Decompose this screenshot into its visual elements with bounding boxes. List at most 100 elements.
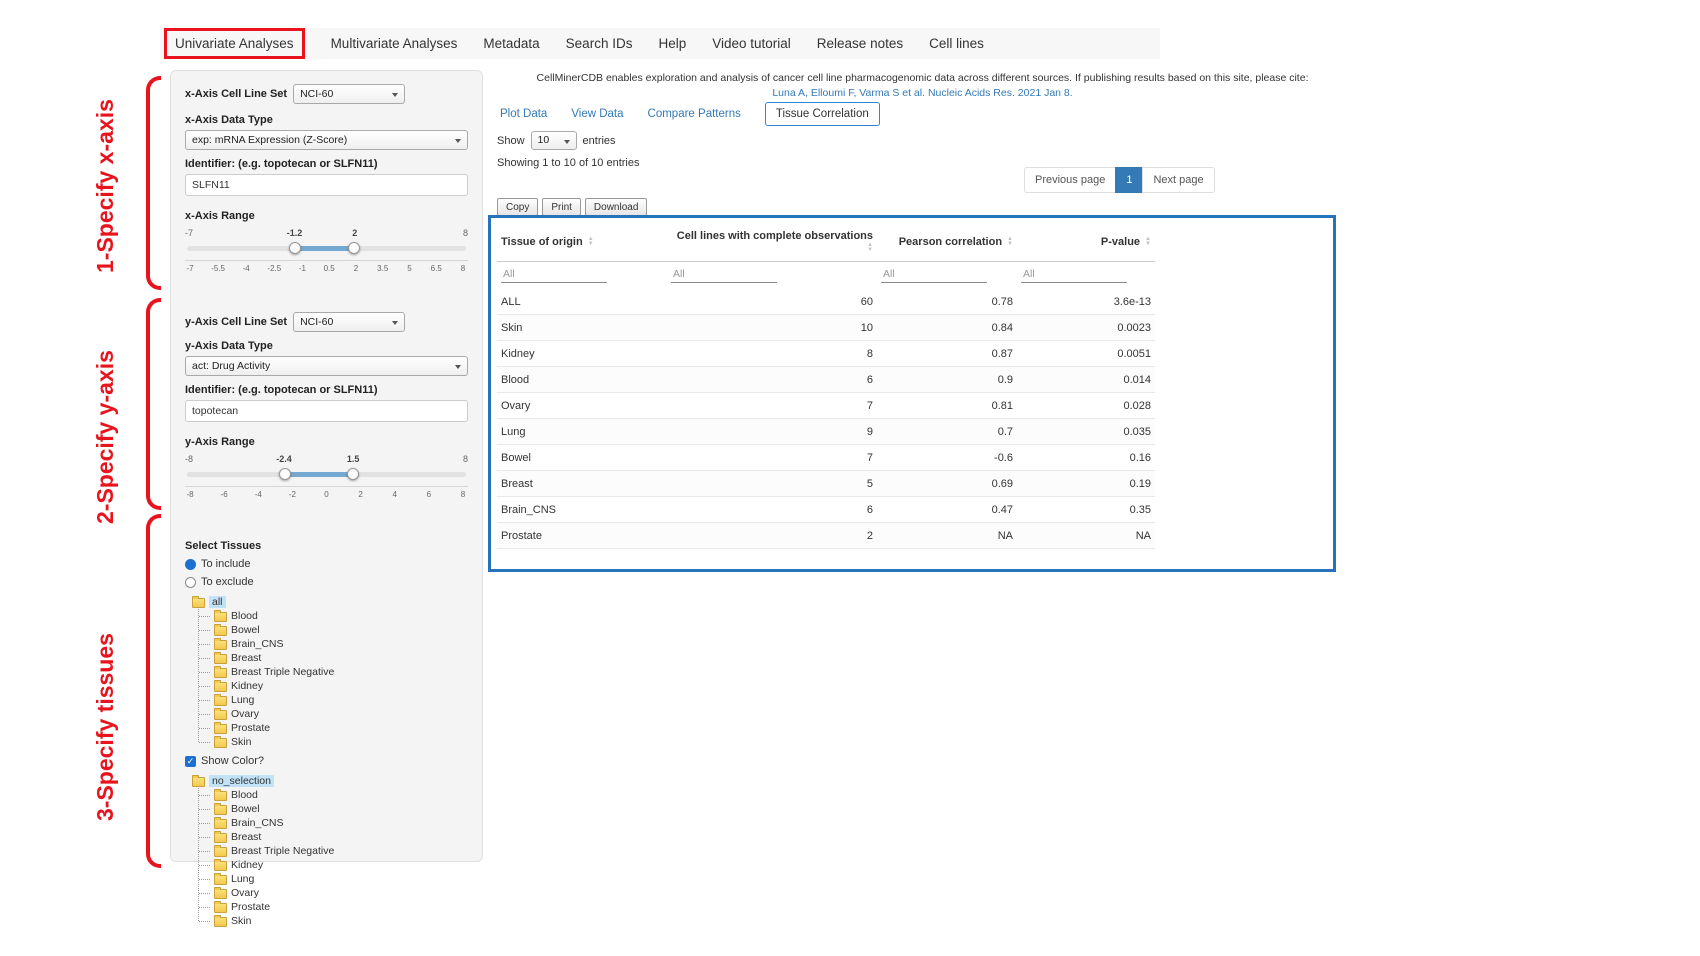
cell-value: 0.19 — [1017, 471, 1155, 497]
nav-item-cell-lines[interactable]: Cell lines — [929, 36, 984, 51]
y-range-slider[interactable]: -8 -2.4 1.5 8 -8-6-4-202468 — [185, 466, 468, 516]
slider-track[interactable] — [187, 472, 466, 477]
filter-input-pearson-correlation[interactable] — [881, 266, 987, 283]
nav-item-univariate-analyses[interactable]: Univariate Analyses — [164, 28, 305, 59]
x-data-type-select[interactable]: exp: mRNA Expression (Z-Score) — [185, 130, 468, 150]
table-row[interactable]: Bowel7-0.60.16 — [497, 445, 1155, 471]
include-tree-root[interactable]: all — [185, 595, 468, 609]
exclude-tree-item-label: Bowel — [231, 803, 260, 815]
exclude-tree-item-bowel[interactable]: Bowel — [185, 802, 468, 816]
filter-cell — [497, 262, 667, 290]
x-identifier-input[interactable] — [185, 174, 468, 196]
tab-view-data[interactable]: View Data — [571, 108, 623, 120]
slider-handle-to[interactable] — [348, 242, 360, 254]
table-row[interactable]: Kidney80.870.0051 — [497, 341, 1155, 367]
exclude-tree-item-blood[interactable]: Blood — [185, 788, 468, 802]
nav-item-help[interactable]: Help — [658, 36, 686, 51]
include-tree-item-breast-triple-negative[interactable]: Breast Triple Negative — [185, 665, 468, 679]
annotation-bracket-2 — [146, 298, 161, 510]
annotation-step-1: 1-Specify x-axis — [92, 90, 126, 282]
table-row[interactable]: Lung90.70.035 — [497, 419, 1155, 445]
show-color-toggle[interactable]: Show Color? — [185, 755, 468, 767]
exclude-radio[interactable]: To exclude — [185, 576, 468, 588]
column-header-tissue-of-origin[interactable]: Tissue of origin▲▼ — [497, 223, 667, 262]
x-cell-line-set-select[interactable]: NCI-60 — [293, 84, 405, 104]
include-tree-item-bowel[interactable]: Bowel — [185, 623, 468, 637]
nav-item-metadata[interactable]: Metadata — [483, 36, 539, 51]
slider-handle-to[interactable] — [347, 468, 359, 480]
table-row[interactable]: ALL600.783.6e-13 — [497, 289, 1155, 315]
select-tissues-label: Select Tissues — [185, 540, 468, 552]
column-header-cell-lines-with-complete-observations[interactable]: Cell lines with complete observations▲▼ — [667, 223, 877, 262]
table-row[interactable]: Skin100.840.0023 — [497, 315, 1155, 341]
slider-handle-from[interactable] — [279, 468, 291, 480]
column-header-pearson-correlation[interactable]: Pearson correlation▲▼ — [877, 223, 1017, 262]
citation-link[interactable]: Luna A, Elloumi F, Varma S et al. Nuclei… — [500, 87, 1345, 99]
slider-handle-from[interactable] — [289, 242, 301, 254]
include-tree-item-skin[interactable]: Skin — [185, 735, 468, 749]
folder-icon — [214, 805, 227, 815]
include-tree-item-ovary[interactable]: Ovary — [185, 707, 468, 721]
column-header-p-value[interactable]: P-value▲▼ — [1017, 223, 1155, 262]
table-row[interactable]: Breast50.690.19 — [497, 471, 1155, 497]
cell-value: 7 — [667, 445, 877, 471]
cell-value: 0.69 — [877, 471, 1017, 497]
cell-value: 0.028 — [1017, 393, 1155, 419]
show-entries-row: Show 10 entries — [497, 131, 616, 150]
nav-item-release-notes[interactable]: Release notes — [817, 36, 903, 51]
folder-icon — [214, 889, 227, 899]
table-row[interactable]: Brain_CNS60.470.35 — [497, 497, 1155, 523]
intro-text: CellMinerCDB enables exploration and ana… — [500, 72, 1345, 84]
exclude-tree-item-breast-triple-negative[interactable]: Breast Triple Negative — [185, 844, 468, 858]
cell-value: 0.014 — [1017, 367, 1155, 393]
exclude-tree-root-label: no_selection — [209, 775, 274, 787]
include-tree-item-brain-cns[interactable]: Brain_CNS — [185, 637, 468, 651]
slider-tick-label: 3.5 — [377, 264, 388, 273]
exclude-tree-item-brain-cns[interactable]: Brain_CNS — [185, 816, 468, 830]
y-data-type-select[interactable]: act: Drug Activity — [185, 356, 468, 376]
exclude-tree-item-lung[interactable]: Lung — [185, 872, 468, 886]
include-tree-item-breast[interactable]: Breast — [185, 651, 468, 665]
cell-value: 0.0023 — [1017, 315, 1155, 341]
nav-item-video-tutorial[interactable]: Video tutorial — [712, 36, 791, 51]
table-row[interactable]: Prostate2NANA — [497, 523, 1155, 549]
filter-input-cell-lines-with-complete-observations[interactable] — [671, 266, 777, 283]
y-identifier-input[interactable] — [185, 400, 468, 422]
include-tree-item-kidney[interactable]: Kidney — [185, 679, 468, 693]
tab-tissue-correlation[interactable]: Tissue Correlation — [765, 102, 880, 126]
slider-tick-label: 4 — [390, 490, 400, 499]
previous-page-button[interactable]: Previous page — [1024, 167, 1116, 193]
exclude-tree-item-breast[interactable]: Breast — [185, 830, 468, 844]
download-button[interactable]: Download — [585, 198, 647, 216]
x-range-to: 2 — [352, 228, 357, 238]
slider-track[interactable] — [187, 246, 466, 251]
y-cell-line-set-label: y-Axis Cell Line Set — [185, 316, 287, 328]
x-range-slider[interactable]: -7 -1.2 2 8 -7-5.5-4-2.5-10.523.556.58 — [185, 240, 468, 290]
tab-plot-data[interactable]: Plot Data — [500, 108, 547, 120]
include-tree-item-prostate[interactable]: Prostate — [185, 721, 468, 735]
filter-input-p-value[interactable] — [1021, 266, 1127, 283]
nav-item-multivariate-analyses[interactable]: Multivariate Analyses — [331, 36, 458, 51]
folder-icon — [192, 598, 205, 608]
filter-input-tissue-of-origin[interactable] — [501, 266, 607, 283]
entries-count-select[interactable]: 10 — [531, 131, 577, 150]
nav-item-search-ids[interactable]: Search IDs — [566, 36, 633, 51]
next-page-button[interactable]: Next page — [1142, 167, 1214, 193]
exclude-tree-item-kidney[interactable]: Kidney — [185, 858, 468, 872]
exclude-tree-item-ovary[interactable]: Ovary — [185, 886, 468, 900]
exclude-tree-item-skin[interactable]: Skin — [185, 914, 468, 928]
y-cell-line-set-select[interactable]: NCI-60 — [293, 312, 405, 332]
table-row[interactable]: Ovary70.810.028 — [497, 393, 1155, 419]
exclude-tree-item-prostate[interactable]: Prostate — [185, 900, 468, 914]
tab-compare-patterns[interactable]: Compare Patterns — [648, 108, 741, 120]
current-page-button[interactable]: 1 — [1115, 167, 1143, 193]
exclude-tree-root[interactable]: no_selection — [185, 774, 468, 788]
include-tree-item-blood[interactable]: Blood — [185, 609, 468, 623]
table-row[interactable]: Blood60.90.014 — [497, 367, 1155, 393]
copy-button[interactable]: Copy — [497, 198, 538, 216]
include-radio[interactable]: To include — [185, 558, 468, 570]
include-tree-item-lung[interactable]: Lung — [185, 693, 468, 707]
annotation-bracket-3 — [146, 514, 161, 868]
print-button[interactable]: Print — [542, 198, 581, 216]
include-tree-item-label: Lung — [231, 694, 254, 706]
